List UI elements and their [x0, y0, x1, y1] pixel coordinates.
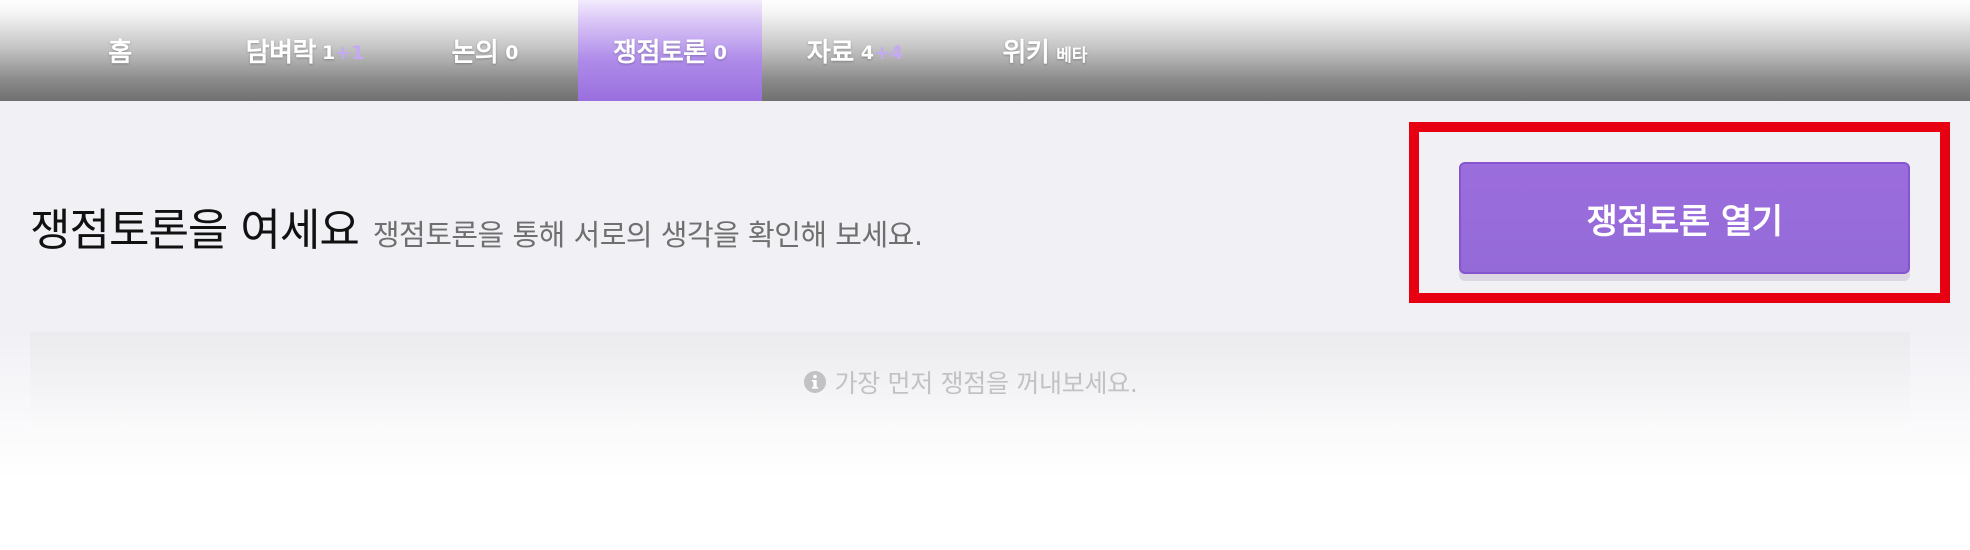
tab-new-count: +1 — [335, 41, 365, 64]
empty-state-message: 가장 먼저 쟁점을 꺼내보세요. — [803, 364, 1138, 400]
tab-new-count: +4 — [873, 41, 904, 64]
tab-wiki[interactable]: 위키 베타 — [975, 0, 1115, 101]
tab-label: 쟁점토론 — [613, 38, 707, 68]
page-subtitle: 쟁점토론을 통해 서로의 생각을 확인해 보세요. — [372, 218, 923, 252]
tab-count: 0 — [505, 41, 519, 64]
tab-count: 4 — [860, 41, 874, 64]
empty-state-panel: 가장 먼저 쟁점을 꺼내보세요. — [30, 332, 1910, 432]
tab-materials[interactable]: 자료 4 +4 — [790, 0, 920, 101]
open-issue-debate-button[interactable]: 쟁점토론 열기 — [1459, 162, 1910, 274]
tab-label: 자료 — [806, 38, 854, 68]
tab-wall[interactable]: 담벼락 1 +1 — [220, 0, 390, 101]
tab-discussion[interactable]: 논의 0 — [430, 0, 540, 101]
tab-issue-debate[interactable]: 쟁점토론 0 — [578, 0, 762, 101]
beta-badge: 베타 — [1056, 46, 1088, 66]
info-circle-icon — [803, 370, 827, 394]
tab-count: 0 — [713, 41, 727, 64]
page-title: 쟁점토론을 여세요 — [30, 205, 360, 256]
tab-label: 담벼락 — [245, 38, 317, 68]
tab-label: 위키 — [1002, 38, 1050, 68]
tab-label: 논의 — [451, 38, 499, 68]
tab-count: 1 — [321, 41, 336, 64]
tab-bar: 홈 담벼락 1 +1 논의 0 쟁점토론 0 자료 4 +4 위키 베타 — [0, 0, 1970, 101]
tab-label: 홈 — [108, 38, 132, 68]
tab-home[interactable]: 홈 — [70, 0, 170, 101]
page-heading: 쟁점토론을 여세요 쟁점토론을 통해 서로의 생각을 확인해 보세요. — [30, 194, 923, 258]
empty-state-text: 가장 먼저 쟁점을 꺼내보세요. — [834, 369, 1138, 398]
